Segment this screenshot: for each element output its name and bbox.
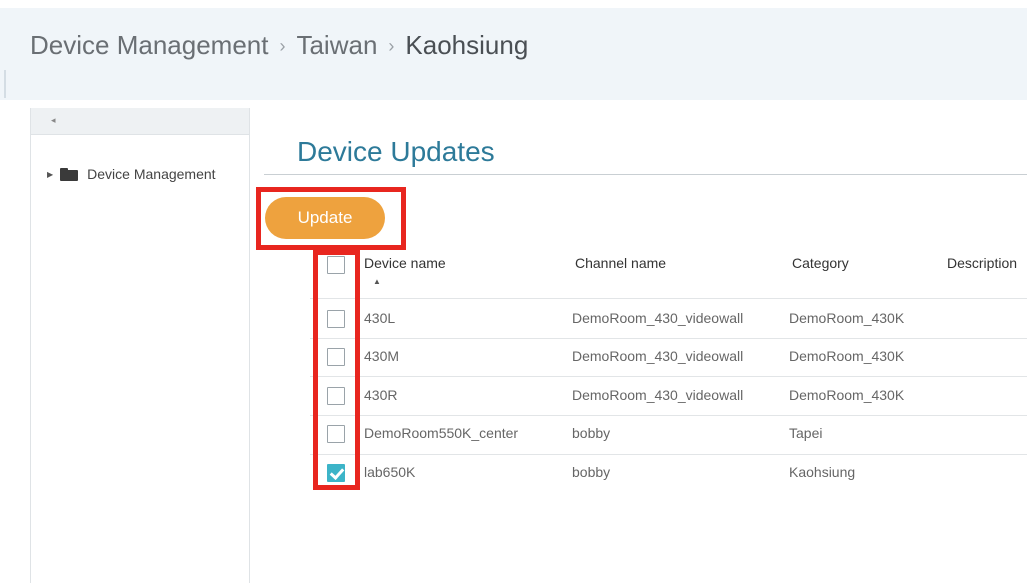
row-checkbox[interactable]: [327, 310, 345, 328]
breadcrumb: Device Management › Taiwan › Kaohsiung: [30, 30, 528, 61]
folder-icon: [60, 167, 79, 181]
table-divider: [310, 376, 1027, 377]
collapse-handle-icon[interactable]: ◂: [51, 115, 56, 126]
cell-category: Kaohsiung: [789, 464, 856, 480]
cell-device-name[interactable]: 430M: [364, 348, 399, 364]
cell-category: DemoRoom_430K: [789, 310, 905, 326]
column-header-category[interactable]: Category: [792, 255, 849, 271]
cell-device-name[interactable]: lab650K: [364, 464, 415, 480]
cell-channel-name: DemoRoom_430_videowall: [572, 310, 744, 326]
table-divider: [310, 338, 1027, 339]
tree-item-device-management[interactable]: ▶ Device Management: [47, 166, 216, 182]
cell-channel-name: DemoRoom_430_videowall: [572, 348, 744, 364]
cell-category: DemoRoom_430K: [789, 387, 905, 403]
cell-device-name[interactable]: DemoRoom550K_center: [364, 425, 518, 441]
table-divider: [310, 454, 1027, 455]
table-divider: [310, 298, 1027, 299]
update-button[interactable]: Update: [265, 197, 385, 239]
breadcrumb-separator-icon: ›: [279, 36, 286, 56]
cell-channel-name: bobby: [572, 464, 611, 480]
sort-ascending-icon[interactable]: ▲: [373, 277, 381, 286]
header: Device Management › Taiwan › Kaohsiung: [0, 8, 1027, 100]
caret-right-icon[interactable]: ▶: [47, 170, 53, 179]
page-title: Device Updates: [297, 136, 495, 167]
breadcrumb-separator-icon: ›: [388, 36, 395, 56]
breadcrumb-item-taiwan[interactable]: Taiwan: [296, 30, 377, 61]
breadcrumb-item-kaohsiung: Kaohsiung: [405, 30, 529, 60]
table-divider: [310, 415, 1027, 416]
sidebar-header[interactable]: ◂: [31, 108, 249, 135]
cell-category: DemoRoom_430K: [789, 348, 905, 364]
column-header-channel-name[interactable]: Channel name: [575, 255, 666, 271]
cell-channel-name: DemoRoom_430_videowall: [572, 387, 744, 403]
cell-category: Tapei: [789, 425, 823, 441]
cell-device-name[interactable]: 430R: [364, 387, 397, 403]
column-header-description[interactable]: Description: [947, 255, 1017, 271]
top-strip: [0, 0, 1027, 8]
sidebar: ◂ ▶ Device Management: [30, 108, 250, 583]
select-all-checkbox[interactable]: [327, 256, 345, 274]
breadcrumb-item-device-management[interactable]: Device Management: [30, 30, 268, 61]
row-checkbox-checked[interactable]: [327, 464, 345, 482]
title-divider: [264, 174, 1027, 175]
row-checkbox[interactable]: [327, 387, 345, 405]
header-edge: [4, 70, 6, 98]
row-checkbox[interactable]: [327, 348, 345, 366]
cell-device-name[interactable]: 430L: [364, 310, 395, 326]
cell-channel-name: bobby: [572, 425, 611, 441]
tree-item-label: Device Management: [87, 166, 216, 182]
column-header-device-name[interactable]: Device name: [364, 255, 446, 271]
row-checkbox[interactable]: [327, 425, 345, 443]
